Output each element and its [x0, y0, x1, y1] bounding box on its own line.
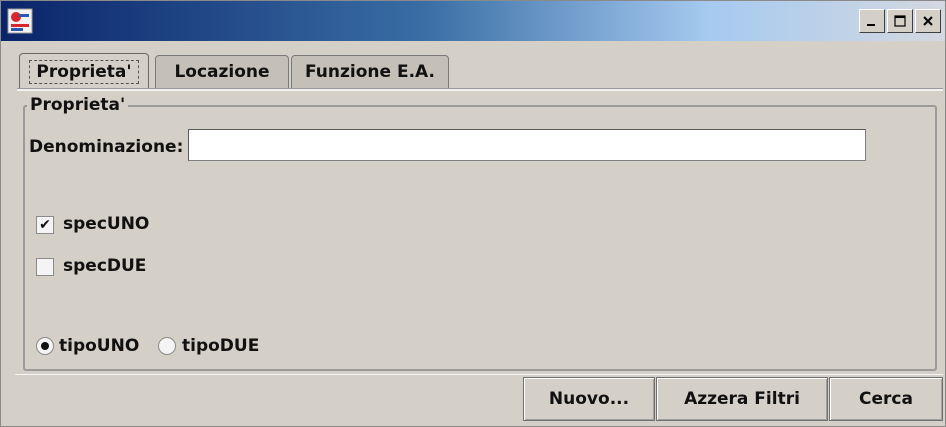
- tab-panel-border: [17, 88, 943, 91]
- radio-selected-dot: [41, 342, 49, 350]
- title-bar[interactable]: [1, 1, 945, 41]
- radio-tipouno[interactable]: [36, 337, 54, 355]
- checkmark-icon: ✔: [39, 217, 51, 233]
- button-bar-separator: [15, 374, 943, 375]
- checkbox-specuno[interactable]: ✔: [36, 216, 54, 234]
- denominazione-input[interactable]: [188, 129, 866, 161]
- azzera-filtri-button[interactable]: Azzera Filtri: [656, 377, 828, 421]
- maximize-icon: [894, 15, 906, 27]
- groupbox-title: Proprieta': [27, 95, 129, 115]
- tab-label: Locazione: [174, 62, 270, 82]
- radio-tipodue-label[interactable]: tipoDUE: [182, 336, 259, 356]
- tab-label: Proprieta': [29, 59, 139, 84]
- minimize-icon: [867, 24, 875, 26]
- tab-locazione[interactable]: Locazione: [155, 55, 289, 88]
- checkbox-specuno-label[interactable]: specUNO: [63, 214, 149, 234]
- close-icon: [923, 16, 933, 26]
- maximize-button[interactable]: [887, 9, 913, 33]
- tab-label: Funzione E.A.: [305, 62, 435, 82]
- tab-proprieta[interactable]: Proprieta': [19, 53, 149, 89]
- nuovo-button[interactable]: Nuovo...: [523, 377, 655, 421]
- app-logo-icon: [7, 8, 33, 34]
- radio-tipodue[interactable]: [158, 337, 176, 355]
- minimize-button[interactable]: [859, 9, 885, 33]
- checkbox-specdue[interactable]: [36, 258, 54, 276]
- tab-funzione-ea[interactable]: Funzione E.A.: [291, 55, 449, 88]
- app-window: Proprieta' Locazione Funzione E.A. Propr…: [0, 0, 946, 427]
- cerca-button[interactable]: Cerca: [829, 377, 943, 421]
- radio-tipouno-label[interactable]: tipoUNO: [59, 336, 139, 356]
- denominazione-label: Denominazione:: [29, 137, 184, 157]
- close-button[interactable]: [915, 9, 941, 33]
- checkbox-specdue-label[interactable]: specDUE: [63, 256, 146, 276]
